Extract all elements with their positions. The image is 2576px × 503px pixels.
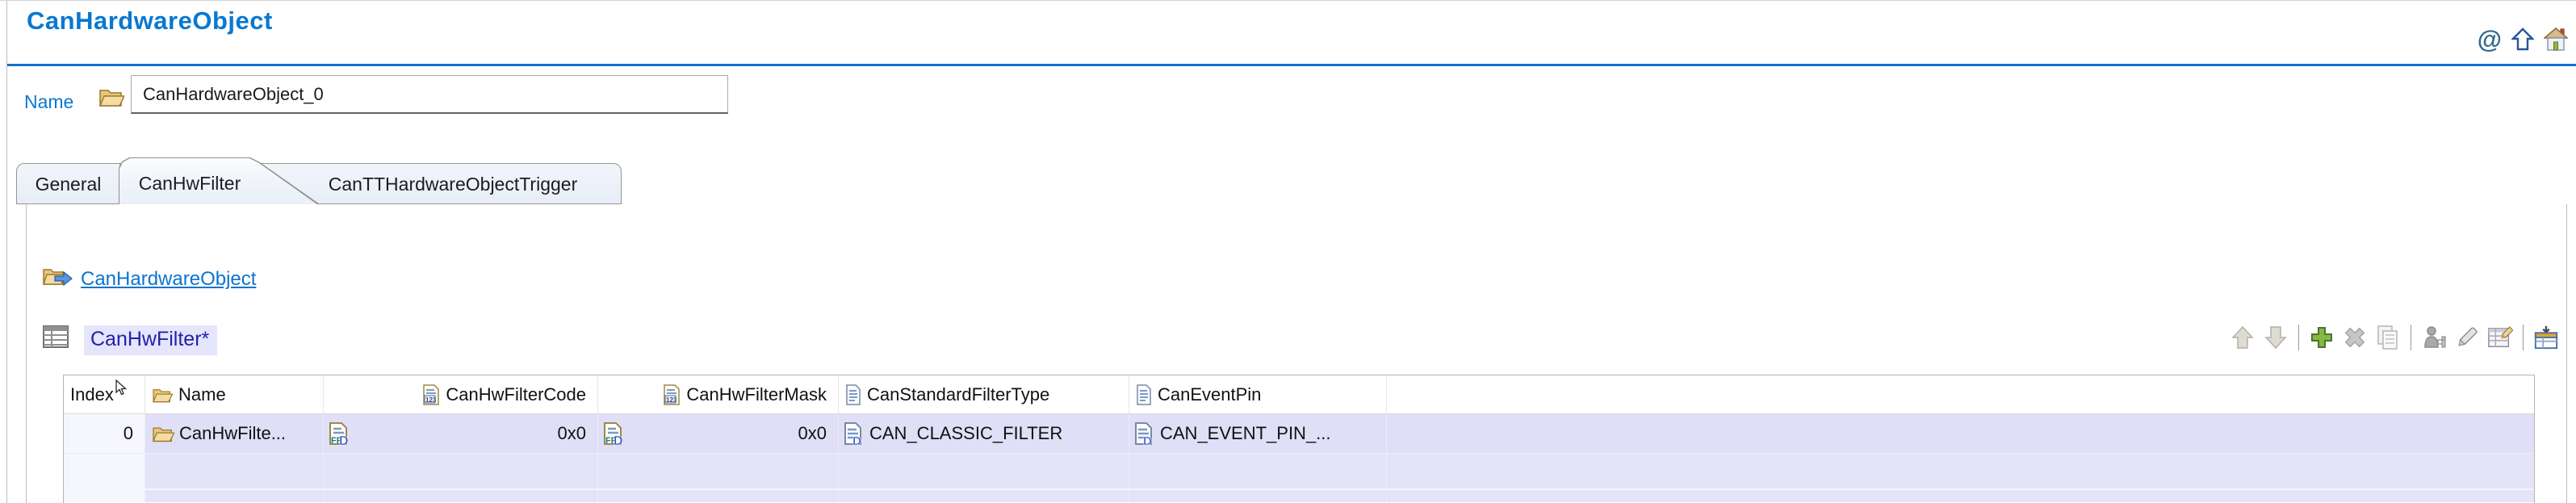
mouse-cursor	[115, 379, 128, 397]
column-header-canstandardfiltertype[interactable]: CanStandardFilterType	[839, 375, 1129, 413]
enum-default-doc-icon: D	[844, 421, 863, 446]
cell-canstandardfiltertype[interactable]: D CAN_CLASSIC_FILTER	[839, 414, 1129, 453]
column-header-name[interactable]: Name	[145, 375, 324, 413]
table-empty-row[interactable]	[64, 490, 2534, 502]
table-import-icon[interactable]	[2533, 324, 2559, 351]
empty-cell	[145, 454, 324, 488]
folder-link-icon	[42, 265, 73, 291]
title-toolbar: @	[2478, 27, 2568, 52]
tab-strip: General CanTTHardwareObjectTrigger	[16, 163, 622, 204]
empty-cell	[839, 454, 1129, 488]
folder-icon	[152, 424, 174, 443]
page-title: CanHardwareObject	[27, 6, 273, 35]
cell-name[interactable]: CanHwFilte...	[145, 414, 324, 453]
empty-cell	[64, 454, 145, 488]
empty-cell	[324, 490, 598, 502]
list-title: CanHwFilter*	[84, 325, 218, 355]
empty-cell	[1129, 490, 1387, 502]
column-header-index[interactable]: Index	[64, 375, 145, 413]
delete-icon[interactable]	[2342, 324, 2368, 351]
folder-icon	[152, 386, 173, 404]
column-header-caneventpin[interactable]: CanEventPin	[1129, 375, 1387, 413]
table-row[interactable]: 0 CanHwFilte... FFD 0x0 FFD 0x0 D CAN_	[64, 414, 2534, 454]
table-edit-icon[interactable]	[2487, 324, 2513, 351]
svg-text:123: 123	[425, 396, 437, 404]
svg-text:D: D	[852, 434, 861, 446]
cell-caneventpin[interactable]: D CAN_EVENT_PIN_...	[1129, 414, 1387, 453]
name-label: Name	[24, 91, 74, 112]
enum-doc-icon	[845, 384, 861, 405]
column-header-canhwfiltermask[interactable]: 123 CanHwFilterMask	[598, 375, 839, 413]
empty-cell	[1129, 454, 1387, 488]
numeric-doc-icon: 123	[663, 384, 681, 405]
empty-cell	[839, 490, 1129, 502]
breadcrumb-link[interactable]: CanHardwareObject	[81, 268, 256, 291]
edit-icon[interactable]	[2454, 324, 2480, 351]
cell-index[interactable]: 0	[64, 414, 145, 453]
home-icon[interactable]	[2544, 27, 2568, 52]
empty-cell	[324, 454, 598, 488]
window-top-border	[0, 0, 2576, 1]
tab-general[interactable]: General	[17, 164, 120, 204]
toolbar-separator	[2523, 325, 2524, 350]
copy-icon[interactable]	[2375, 324, 2401, 351]
numeric-doc-icon: 123	[422, 384, 440, 405]
empty-cell	[1387, 454, 2534, 488]
list-toolbar	[2230, 321, 2559, 354]
column-header-canhwfiltercode[interactable]: 123 CanHwFilterCode	[324, 375, 598, 413]
empty-cell	[64, 490, 145, 502]
table-list-icon	[42, 324, 69, 350]
up-arrow-icon[interactable]	[2511, 27, 2534, 52]
move-down-icon[interactable]	[2263, 324, 2289, 351]
at-icon[interactable]: @	[2478, 27, 2502, 52]
cell-canhwfiltercode[interactable]: FF D 0x0	[324, 414, 598, 453]
folder-icon	[98, 86, 124, 108]
cell-canhwfiltermask[interactable]: FF D 0x0	[598, 414, 839, 453]
canhwfilter-table: Index Name 123 CanHwFilterCode 123 CanHw…	[63, 375, 2535, 503]
enum-doc-icon	[1136, 384, 1152, 405]
enum-default-doc-icon: D	[1134, 421, 1154, 446]
cell-filler	[1387, 414, 2534, 453]
empty-cell	[598, 454, 839, 488]
tab-cantthardwareobjecttrigger[interactable]: CanTTHardwareObjectTrigger	[291, 164, 614, 204]
hex-default-doc-icon: FF D	[603, 421, 624, 446]
table-empty-row[interactable]	[64, 454, 2534, 490]
name-input[interactable]	[131, 75, 728, 114]
svg-text:123: 123	[666, 396, 677, 404]
title-underline	[7, 64, 2576, 66]
svg-text:D: D	[339, 434, 349, 446]
svg-text:D: D	[614, 434, 623, 446]
table-header-row: Index Name 123 CanHwFilterCode 123 CanHw…	[64, 375, 2534, 414]
editor-left-border	[6, 1, 7, 503]
empty-cell	[1387, 490, 2534, 502]
toolbar-separator	[2298, 325, 2299, 350]
svg-text:D: D	[1143, 434, 1152, 446]
empty-cell	[598, 490, 839, 502]
hex-default-doc-icon: FF D	[329, 421, 350, 446]
empty-cell	[145, 490, 324, 502]
move-up-icon[interactable]	[2230, 324, 2256, 351]
add-icon[interactable]	[2309, 324, 2335, 351]
add-person-icon[interactable]	[2421, 324, 2447, 351]
column-header-filler	[1387, 375, 2534, 413]
tab-canhwfilter-selected[interactable]: CanHwFilter	[129, 163, 250, 203]
